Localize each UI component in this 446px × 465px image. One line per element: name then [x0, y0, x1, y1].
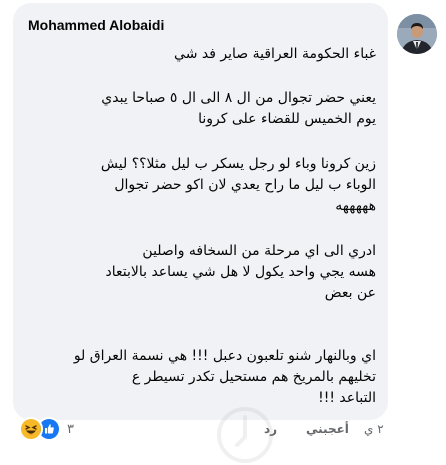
haha-icon — [19, 417, 43, 441]
comment-paragraph: يعني حضر تجوال من ال ٨ الى ال ٥ صباحا يب… — [101, 90, 376, 127]
reaction-summary[interactable]: ٣ — [19, 417, 74, 441]
comment-paragraph: اي وبالنهار شنو تلعبون دعبل !!! هي نسمة … — [73, 348, 376, 406]
comment-paragraph: غباء الحكومة العراقية صاير فد شي — [174, 46, 376, 62]
comment-bubble: Mohammed Alobaidi غباء الحكومة العراقية … — [13, 3, 388, 420]
comment-paragraph: زين كرونا وباء لو رجل يسكر ب ليل مثلا؟؟ … — [100, 156, 376, 214]
avatar-photo-icon — [397, 14, 437, 54]
reply-button[interactable]: رد — [264, 422, 277, 436]
comment-timestamp[interactable]: ٢ ي — [364, 422, 384, 436]
avatar[interactable] — [397, 14, 437, 54]
like-button[interactable]: أعجبني — [306, 422, 349, 436]
comment-paragraph: ادري الى اي مرحلة من السخافه واصلين هسه … — [105, 243, 376, 301]
reaction-count: ٣ — [67, 421, 74, 437]
comment-author[interactable]: Mohammed Alobaidi — [28, 17, 164, 33]
